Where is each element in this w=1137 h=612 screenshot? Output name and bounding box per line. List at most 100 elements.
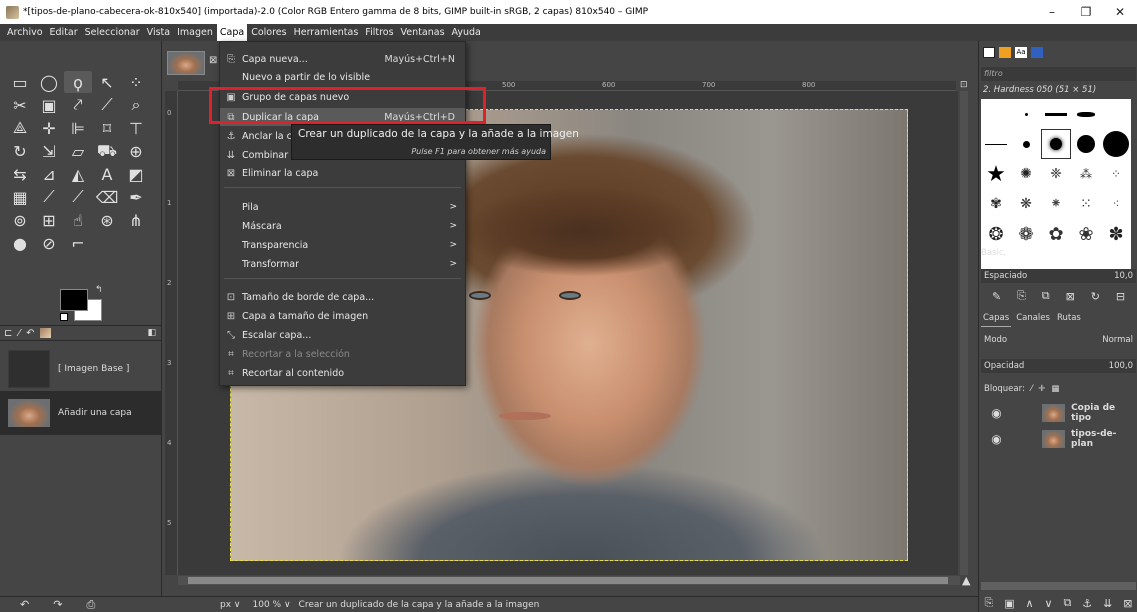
opacity-field[interactable]: Opacidad 100,0 bbox=[981, 359, 1136, 373]
menu-item-stack[interactable]: Pila > bbox=[220, 198, 465, 216]
brush-item[interactable]: ⁖ bbox=[1101, 189, 1131, 219]
menu-item-new-layer-group[interactable]: ▣ Grupo de capas nuevo bbox=[220, 88, 465, 106]
brush-item[interactable]: ★ bbox=[981, 159, 1011, 189]
brush-item[interactable]: ✾ bbox=[981, 189, 1011, 219]
align-tool-icon[interactable]: ⊫ bbox=[64, 117, 92, 139]
lower-layer-icon[interactable]: ∨ bbox=[1045, 597, 1053, 610]
open-brush-icon[interactable]: ⊟ bbox=[1116, 290, 1125, 303]
color-picker-tool-icon[interactable]: ⟋ bbox=[93, 94, 121, 116]
brushes-tab-icon[interactable] bbox=[983, 47, 995, 58]
ink-tool-icon[interactable]: ✒ bbox=[122, 186, 150, 208]
edit-brush-icon[interactable]: ✎ bbox=[992, 290, 1001, 303]
brush-item[interactable] bbox=[1071, 99, 1101, 129]
rect-select-tool-icon[interactable]: ▭ bbox=[6, 71, 34, 93]
spacing-field[interactable]: Espaciado 10,0 bbox=[981, 269, 1136, 283]
anchor-layer-icon[interactable]: ⚓ bbox=[1082, 597, 1092, 610]
menu-item-transform[interactable]: Transformar > bbox=[220, 255, 465, 273]
lock-pixels-icon[interactable]: ⁄ bbox=[1031, 384, 1032, 394]
color-select-tool-icon[interactable]: ⁘ bbox=[122, 71, 150, 93]
menu-item-scale-layer[interactable]: ⤡ Escalar capa... bbox=[220, 326, 465, 344]
menu-item-transparency[interactable]: Transparencia > bbox=[220, 236, 465, 254]
smudge-tool-icon[interactable]: ☝ bbox=[64, 209, 92, 231]
brush-item[interactable]: ❈ bbox=[1041, 159, 1071, 189]
delete-layer-icon[interactable]: ⊠ bbox=[1123, 597, 1132, 610]
warp-tool-icon[interactable]: ⊕ bbox=[122, 140, 150, 162]
scrollbar-thumb[interactable] bbox=[188, 577, 948, 584]
brush-item[interactable] bbox=[1071, 129, 1101, 159]
navigate-icon[interactable]: ⊡ bbox=[960, 80, 970, 90]
flip-tool-icon[interactable]: ⇆ bbox=[6, 163, 34, 185]
scale-tool-icon[interactable]: ⇲ bbox=[35, 140, 63, 162]
images-tab-icon[interactable] bbox=[40, 328, 52, 338]
menu-item-new-from-visible[interactable]: Nuevo a partir de lo visible bbox=[220, 68, 465, 86]
menu-seleccionar[interactable]: Seleccionar bbox=[82, 24, 143, 41]
history-item-base[interactable]: [ Imagen Base ] bbox=[0, 347, 162, 391]
print-icon[interactable]: ⎙ bbox=[86, 598, 95, 612]
brush-item[interactable]: ✽ bbox=[1101, 219, 1131, 249]
menu-filtros[interactable]: Filtros bbox=[362, 24, 396, 41]
redo-icon[interactable]: ↷ bbox=[53, 598, 62, 612]
menu-editar[interactable]: Editar bbox=[47, 24, 81, 41]
layer-row[interactable]: ◉ Copia de tipo bbox=[981, 401, 1136, 425]
vertical-scrollbar[interactable] bbox=[960, 91, 968, 575]
brush-item[interactable]: ⁘ bbox=[1101, 159, 1131, 189]
brush-item[interactable] bbox=[1011, 99, 1041, 129]
menu-colores[interactable]: Colores bbox=[248, 24, 289, 41]
history-item-add-layer[interactable]: Añadir una capa bbox=[0, 391, 162, 435]
new-brush-icon[interactable]: ⎘ bbox=[1017, 289, 1026, 303]
menu-capa[interactable]: Capa bbox=[216, 24, 248, 41]
zoom-tool-icon[interactable]: ⌕ bbox=[122, 94, 150, 116]
brush-item[interactable] bbox=[981, 129, 1011, 159]
raise-layer-icon[interactable]: ∧ bbox=[1026, 597, 1034, 610]
bucket-fill-tool-icon[interactable]: ◭ bbox=[64, 163, 92, 185]
image-tab-thumbnail[interactable] bbox=[167, 51, 205, 75]
brush-item-selected[interactable] bbox=[1041, 129, 1071, 159]
foreground-select-tool-icon[interactable]: ▣ bbox=[35, 94, 63, 116]
perspective-tool-icon[interactable]: ⛟ bbox=[93, 140, 121, 162]
refresh-brushes-icon[interactable]: ↻ bbox=[1091, 290, 1100, 303]
fuzzy-select-tool-icon[interactable]: ↖ bbox=[93, 71, 121, 93]
brush-item[interactable]: ✺ bbox=[1011, 159, 1041, 189]
brush-item[interactable] bbox=[981, 99, 1011, 129]
layer-mode-select[interactable]: Modo Normal bbox=[981, 333, 1136, 347]
menu-vista[interactable]: Vista bbox=[144, 24, 173, 41]
device-status-tab-icon[interactable]: ⁄ bbox=[18, 328, 20, 339]
undo-icon[interactable]: ↶ bbox=[20, 598, 29, 612]
brush-filter-input[interactable]: filtro bbox=[981, 67, 1136, 81]
new-layer-group-icon[interactable]: ▣ bbox=[1004, 597, 1014, 610]
tab-capas[interactable]: Capas bbox=[981, 313, 1012, 327]
visibility-eye-icon[interactable]: ◉ bbox=[981, 432, 1012, 446]
close-tab-icon[interactable]: ⊠ bbox=[209, 55, 217, 66]
ellipse-select-tool-icon[interactable]: ◯ bbox=[35, 71, 63, 93]
paintbrush-tool-icon[interactable]: ⟋ bbox=[35, 186, 63, 208]
lock-position-icon[interactable]: ✛ bbox=[1038, 384, 1045, 394]
free-select-tool-icon[interactable]: ϙ bbox=[64, 71, 92, 93]
duplicate-layer-icon[interactable]: ⧉ bbox=[1063, 596, 1071, 610]
menu-ayuda[interactable]: Ayuda bbox=[449, 24, 484, 41]
scroll-up-icon[interactable]: ▲ bbox=[962, 574, 970, 587]
minimize-button[interactable]: – bbox=[1035, 0, 1069, 24]
horizontal-scrollbar[interactable] bbox=[178, 576, 960, 585]
brush-item[interactable]: ❀ bbox=[1071, 219, 1101, 249]
airbrush-tool-icon[interactable]: ⟋ bbox=[64, 186, 92, 208]
brush-item[interactable] bbox=[1101, 129, 1131, 159]
measure-tool-icon[interactable]: ⟁ bbox=[6, 117, 34, 139]
maximize-button[interactable]: ❐ bbox=[1069, 0, 1103, 24]
rotate-tool-icon[interactable]: ↻ bbox=[6, 140, 34, 162]
cage-tool-icon[interactable]: ⊿ bbox=[35, 163, 63, 185]
mypaint-tool-icon[interactable]: ⊘ bbox=[35, 232, 63, 254]
menu-item-delete-layer[interactable]: ⊠ Eliminar la capa bbox=[220, 164, 465, 182]
tool-options-tab-icon[interactable]: ⊏ bbox=[4, 328, 12, 339]
dock-scrollbar[interactable] bbox=[981, 582, 1136, 590]
brush-item[interactable]: ⁙ bbox=[1071, 189, 1101, 219]
menu-archivo[interactable]: Archivo bbox=[4, 24, 46, 41]
brush-item[interactable] bbox=[1041, 99, 1071, 129]
menu-item-mask[interactable]: Máscara > bbox=[220, 217, 465, 235]
dodge-burn-tool-icon[interactable]: ⊛ bbox=[93, 209, 121, 231]
unified-transform-tool-icon[interactable]: ⊤ bbox=[122, 117, 150, 139]
brush-item[interactable]: ❁ bbox=[1011, 219, 1041, 249]
heal-tool-icon[interactable]: ⊞ bbox=[35, 209, 63, 231]
default-colors-icon[interactable] bbox=[60, 313, 68, 321]
fonts-tab-icon[interactable]: Aa bbox=[1015, 47, 1027, 58]
clone-tool-icon[interactable]: ⊚ bbox=[6, 209, 34, 231]
